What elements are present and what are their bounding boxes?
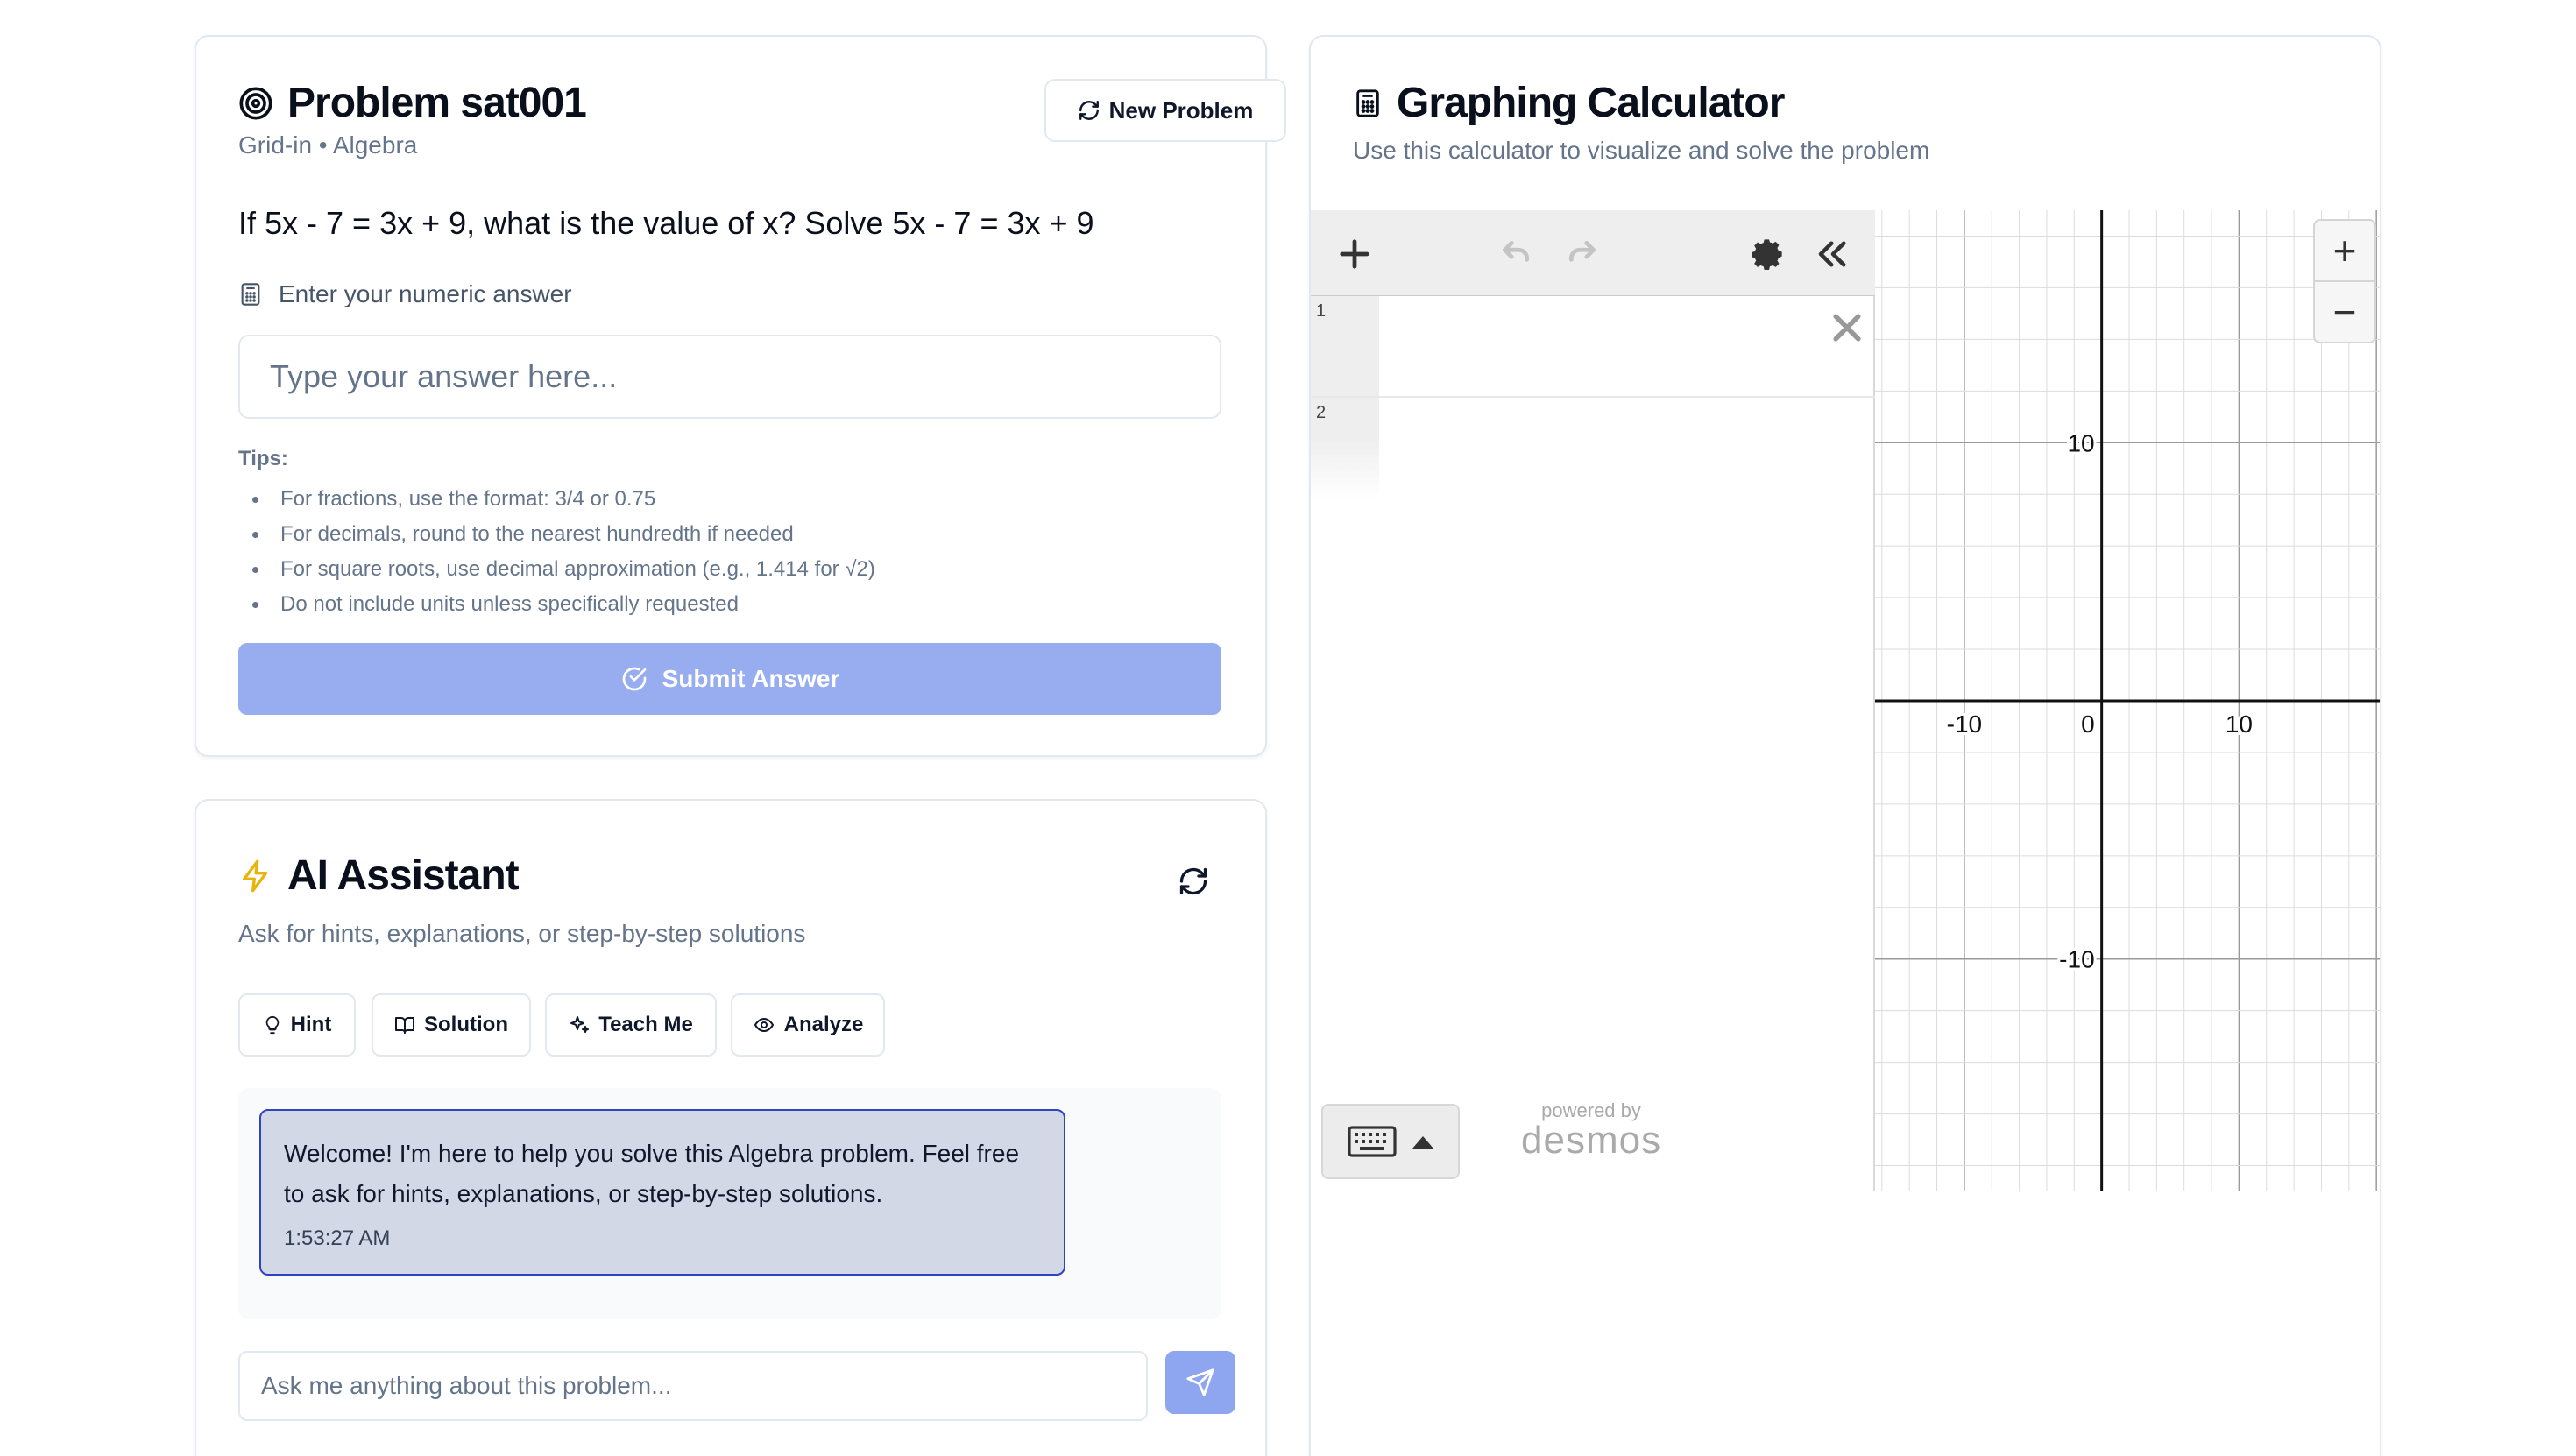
- hint-label: Hint: [290, 1013, 332, 1036]
- expression-gutter: 1: [1311, 296, 1379, 396]
- message-text: Welcome! I'm here to help you solve this…: [284, 1140, 1020, 1207]
- tip-item: For fractions, use the format: 3/4 or 0.…: [238, 482, 875, 517]
- assistant-message: Welcome! I'm here to help you solve this…: [259, 1109, 1065, 1276]
- assistant-card: AI Assistant Ask for hints, explanations…: [195, 799, 1267, 1456]
- tip-item: Do not include units unless specifically…: [238, 587, 875, 622]
- zoom-in-button[interactable]: +: [2313, 219, 2376, 282]
- axis-tick-label: -10: [2059, 946, 2094, 973]
- solution-label: Solution: [424, 1013, 508, 1036]
- reset-chat-icon[interactable]: [1178, 866, 1209, 897]
- zoom-out-button[interactable]: −: [2313, 280, 2376, 343]
- calculator-subtitle: Use this calculator to visualize and sol…: [1353, 137, 1930, 164]
- settings-gear-icon[interactable]: [1745, 231, 1791, 277]
- expression-index: 1: [1316, 301, 1327, 321]
- problem-meta: Grid-in • Algebra: [238, 131, 418, 159]
- calculator-icon: [238, 281, 263, 307]
- axis-tick-label: -10: [1947, 710, 1982, 738]
- problem-title-row: Problem sat001: [238, 79, 587, 127]
- calculator-card: Graphing Calculator Use this calculator …: [1309, 35, 2381, 1456]
- axis-tick-label: 0: [2081, 710, 2095, 738]
- tip-item: For decimals, round to the nearest hundr…: [238, 517, 875, 552]
- assistant-title-row: AI Assistant: [238, 852, 520, 900]
- teach-me-button[interactable]: Teach Me: [545, 993, 717, 1057]
- sparkles-icon: [569, 1014, 590, 1035]
- submit-answer-button[interactable]: Submit Answer: [238, 643, 1221, 715]
- expression-panel: 1 2 powered by desmos: [1311, 210, 1875, 1191]
- calculator-title: Graphing Calculator: [1397, 80, 1785, 126]
- desmos-calculator: 1 2 powered by desmos -10 0 10 10 -10 + …: [1311, 210, 2380, 1191]
- keyboard-icon: [1348, 1126, 1397, 1157]
- submit-answer-label: Submit Answer: [662, 665, 840, 692]
- check-circle-icon: [620, 665, 648, 693]
- expression-gutter: 2: [1311, 398, 1379, 499]
- assistant-subtitle: Ask for hints, explanations, or step-by-…: [238, 920, 806, 947]
- expression-index: 2: [1316, 403, 1327, 422]
- problem-card: Problem sat001 Grid-in • Algebra New Pro…: [195, 35, 1286, 757]
- chat-input[interactable]: [238, 1351, 1148, 1421]
- answer-label-row: Enter your numeric answer: [238, 280, 572, 308]
- lightbulb-icon: [263, 1014, 282, 1035]
- lightning-icon: [238, 858, 273, 894]
- problem-title: Problem sat001: [287, 80, 587, 126]
- message-timestamp: 1:53:27 AM: [284, 1226, 391, 1250]
- eye-icon: [753, 1014, 775, 1035]
- graph-grid: -10 0 10 10 -10: [1875, 210, 2380, 1191]
- analyze-label: Analyze: [783, 1013, 864, 1036]
- refresh-icon: [1078, 99, 1100, 122]
- answer-label: Enter your numeric answer: [279, 280, 572, 307]
- add-expression-icon[interactable]: [1332, 231, 1377, 277]
- expression-toolbar: [1311, 210, 1875, 296]
- graph-paper[interactable]: -10 0 10 10 -10 + −: [1875, 210, 2380, 1191]
- axis-tick-label: 10: [2226, 710, 2253, 738]
- collapse-panel-icon[interactable]: [1810, 231, 1856, 277]
- answer-input[interactable]: [238, 335, 1221, 419]
- solution-button[interactable]: Solution: [372, 993, 531, 1057]
- tip-item: For square roots, use decimal approximat…: [238, 552, 875, 587]
- analyze-button[interactable]: Analyze: [731, 993, 885, 1057]
- teach-me-label: Teach Me: [598, 1013, 693, 1036]
- axis-tick-label: 10: [2067, 429, 2094, 456]
- caret-up-icon: [1412, 1134, 1433, 1149]
- hint-button[interactable]: Hint: [238, 993, 356, 1057]
- tips-list: For fractions, use the format: 3/4 or 0.…: [238, 482, 875, 622]
- redo-icon[interactable]: [1560, 231, 1605, 277]
- delete-expression-icon[interactable]: [1828, 308, 1866, 347]
- desmos-brand-text: desmos: [1521, 1119, 1662, 1162]
- expression-row[interactable]: 2: [1311, 398, 1875, 499]
- keypad-toggle-button[interactable]: [1321, 1104, 1460, 1179]
- send-icon: [1185, 1368, 1215, 1397]
- calculator-title-row: Graphing Calculator: [1353, 79, 1785, 127]
- tips-title: Tips:: [238, 447, 288, 470]
- chat-area: Welcome! I'm here to help you solve this…: [238, 1088, 1221, 1319]
- question-text: If 5x - 7 = 3x + 9, what is the value of…: [238, 205, 1094, 241]
- new-problem-button[interactable]: New Problem: [1044, 79, 1286, 142]
- expression-row[interactable]: 1: [1311, 296, 1875, 398]
- send-button[interactable]: [1165, 1351, 1235, 1414]
- target-icon: [238, 86, 273, 121]
- book-icon: [394, 1014, 415, 1035]
- desmos-logo: powered by desmos: [1521, 1100, 1661, 1160]
- new-problem-label: New Problem: [1108, 96, 1254, 124]
- calculator-icon: [1353, 86, 1383, 121]
- assistant-title: AI Assistant: [287, 852, 520, 899]
- undo-icon[interactable]: [1493, 231, 1539, 277]
